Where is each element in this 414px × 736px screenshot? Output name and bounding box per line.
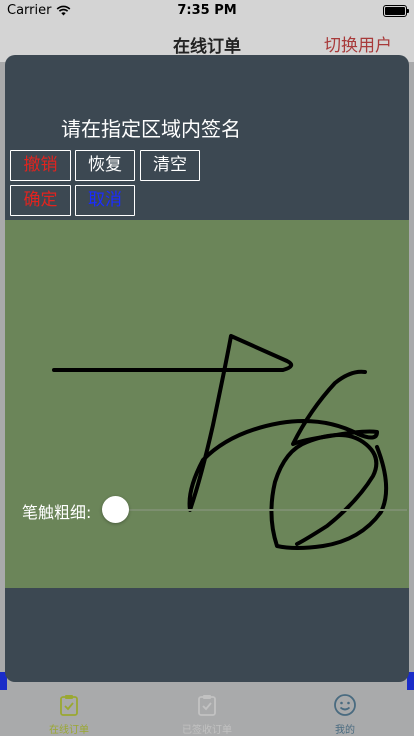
signature-prompt: 请在指定区域内签名 [61, 117, 241, 141]
switch-user-button[interactable]: 切换用户 [324, 31, 392, 56]
tab-bar: 在线订单 已签收订单 我的 [0, 690, 414, 736]
brush-thickness-label: 笔触粗细: [22, 503, 92, 522]
signature-stroke [269, 433, 389, 550]
redo-button[interactable]: 恢复 [75, 150, 135, 181]
tab-label: 在线订单 [49, 725, 89, 736]
tab-online-orders[interactable]: 在线订单 [0, 690, 138, 736]
signature-stroke [52, 334, 379, 512]
tab-mine[interactable]: 我的 [276, 690, 414, 736]
brush-thickness-slider[interactable] [115, 509, 407, 511]
status-time: 7:35 PM [177, 3, 237, 18]
clear-button[interactable]: 清空 [140, 150, 200, 181]
tab-label: 已签收订单 [182, 725, 232, 736]
status-bar: Carrier 7:35 PM [0, 0, 414, 22]
undo-button[interactable]: 撤销 [10, 150, 71, 181]
brush-thickness-thumb[interactable] [102, 496, 129, 523]
signature-panel: 请在指定区域内签名 撤销 恢复 清空 确定 取消 笔触粗细: [5, 55, 409, 682]
signature-canvas[interactable] [5, 220, 409, 588]
tab-label: 我的 [335, 725, 355, 736]
clipboard-check-icon [60, 695, 78, 716]
smiley-icon [334, 694, 356, 716]
battery-icon [383, 5, 409, 17]
confirm-button[interactable]: 确定 [10, 185, 71, 216]
cancel-button[interactable]: 取消 [75, 185, 135, 216]
clipboard-check-icon [198, 695, 216, 716]
tab-signed-orders[interactable]: 已签收订单 [138, 690, 276, 736]
signature-strokes [52, 334, 389, 550]
battery-level [385, 7, 405, 15]
